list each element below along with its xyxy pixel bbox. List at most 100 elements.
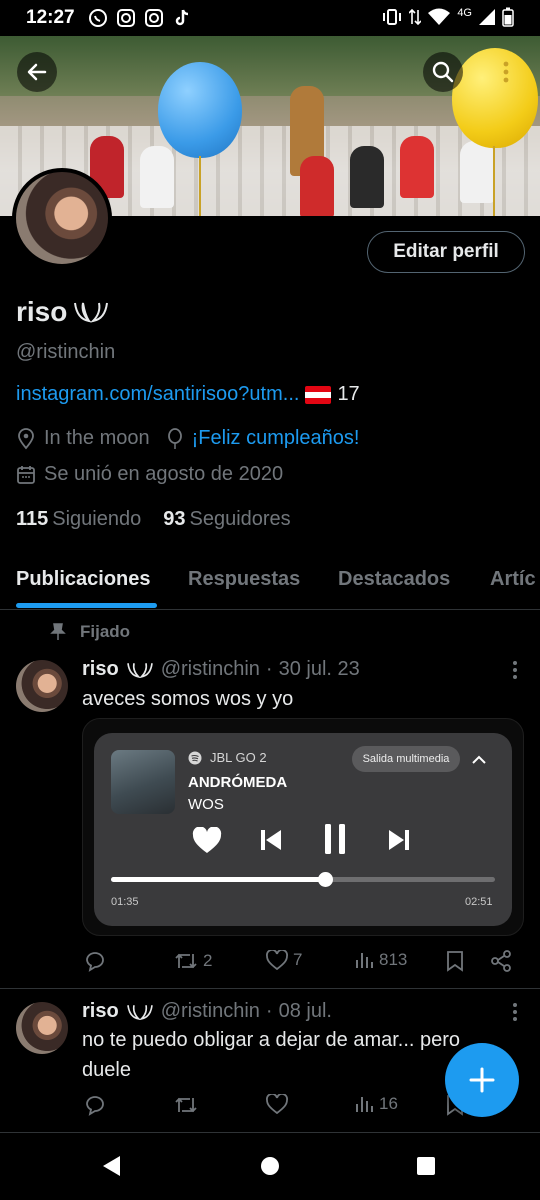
repost-icon [175,1097,197,1113]
chevron-up-icon [472,755,486,764]
wings-icon [126,1004,153,1020]
tab-publicaciones[interactable]: Publicaciones [16,568,151,591]
wifi-icon [428,8,451,25]
spotify-icon [188,751,202,764]
profile-tabs: Publicaciones Respuestas Destacados Artí… [0,556,540,610]
track-title: ANDRÓMEDA [188,774,288,791]
post-header: riso @ristinchin · 30 jul. 23 [82,658,360,681]
like-count: 7 [293,950,303,969]
profile-meta-row: In the moon ¡Feliz cumpleaños! [16,427,359,450]
compose-post-button[interactable] [445,1043,519,1117]
share-button[interactable] [490,950,512,972]
pin-icon [50,623,66,640]
playback-progress-knob[interactable] [317,872,333,887]
playback-progress-fill [111,877,325,882]
profile-joined-row: Se unió en agosto de 2020 [16,463,283,486]
pinned-label: Fijado [50,622,130,642]
like-button[interactable]: 7 [266,950,302,970]
repost-icon [175,953,197,969]
reply-button[interactable] [84,950,106,972]
network-label: 4G [457,7,472,19]
following-link[interactable]: 115 Siguiendo [16,508,141,531]
collapse-button[interactable] [468,748,490,770]
followers-link[interactable]: 93 Seguidores [163,508,290,531]
wings-icon [74,302,109,323]
media-output-button[interactable]: Salida multimedia [352,746,460,772]
instagram-icon [145,9,163,27]
total-time: 02:51 [465,896,493,908]
post-avatar[interactable] [16,1002,68,1054]
bookmark-icon [447,951,463,972]
post-divider [0,1132,540,1133]
status-bar: 12:27 4G [0,0,540,36]
post-handle: @ristinchin [160,658,260,680]
nav-home-icon [261,1157,279,1175]
nav-home-button[interactable] [259,1154,281,1183]
like-track-button[interactable] [190,824,224,856]
follow-stats: 115 Siguiendo 93 Seguidores [16,508,291,531]
repost-button[interactable] [174,1094,203,1116]
back-arrow-icon [27,63,47,81]
post-separator: · [265,1000,273,1022]
notification-icons [88,8,192,28]
wings-icon [126,662,153,678]
back-button[interactable] [17,52,57,92]
track-artist: WOS [188,796,224,813]
whatsapp-icon [89,9,107,27]
calendar-icon [17,465,35,484]
search-button[interactable] [423,52,463,92]
pause-icon [325,824,345,854]
playback-progress[interactable] [111,872,495,887]
battery-icon [502,7,514,27]
edit-profile-button[interactable]: Editar perfil [367,231,525,273]
data-arrows-icon [409,8,422,26]
balloon-string [493,146,495,216]
more-options-button[interactable] [486,52,526,92]
more-vert-icon [513,661,517,679]
profile-birthday[interactable]: ¡Feliz cumpleaños! [192,427,360,450]
plus-icon [469,1067,495,1093]
post-author-name[interactable]: riso [82,658,119,681]
pause-button[interactable] [320,822,350,856]
reply-button[interactable] [84,1094,106,1116]
status-time: 12:27 [26,7,75,28]
post-author-name[interactable]: riso [82,1000,119,1023]
reply-icon [86,952,104,972]
previous-track-button[interactable] [258,826,284,854]
more-vert-icon [513,1003,517,1021]
nav-back-icon [103,1156,120,1176]
like-button[interactable] [266,1094,293,1114]
profile-joined: Se unió en agosto de 2020 [44,463,284,485]
profile-link[interactable]: instagram.com/santirisoo?utm... [16,383,299,406]
search-icon [432,61,454,83]
skip-next-icon [389,830,409,850]
post-date[interactable]: 30 jul. 23 [279,658,360,681]
views-icon [356,953,373,968]
nav-back-button[interactable] [100,1154,124,1183]
bookmark-button[interactable] [446,950,464,972]
post-avatar[interactable] [16,660,68,712]
profile-handle: @ristinchin [16,341,116,363]
post-header: riso @ristinchin · 08 jul. [82,1000,332,1023]
next-track-button[interactable] [386,826,412,854]
share-icon [491,950,511,972]
balloon-string [199,156,201,216]
post-more-button[interactable] [512,660,518,686]
tab-destacados[interactable]: Destacados [338,568,450,591]
views-button[interactable]: 813 [354,950,407,970]
views-button[interactable]: 16 [354,1094,398,1114]
like-icon [266,950,288,970]
post-more-button[interactable] [512,1002,518,1028]
more-vert-icon [503,61,509,83]
post-text: no te puedo obligar a dejar de amar... p… [82,1029,461,1081]
blue-balloon-icon [158,62,242,158]
post-date[interactable]: 08 jul. [279,1000,332,1023]
profile-link-suffix: 17 [337,383,360,405]
profile-avatar[interactable] [12,168,112,268]
tab-respuestas[interactable]: Respuestas [188,568,300,591]
tab-articulos[interactable]: Artíc [490,568,536,591]
post-text: aveces somos wos y yo [82,688,294,710]
repost-button[interactable]: 2 [174,950,212,972]
like-icon [266,1094,288,1114]
nav-recents-button[interactable] [415,1154,437,1183]
